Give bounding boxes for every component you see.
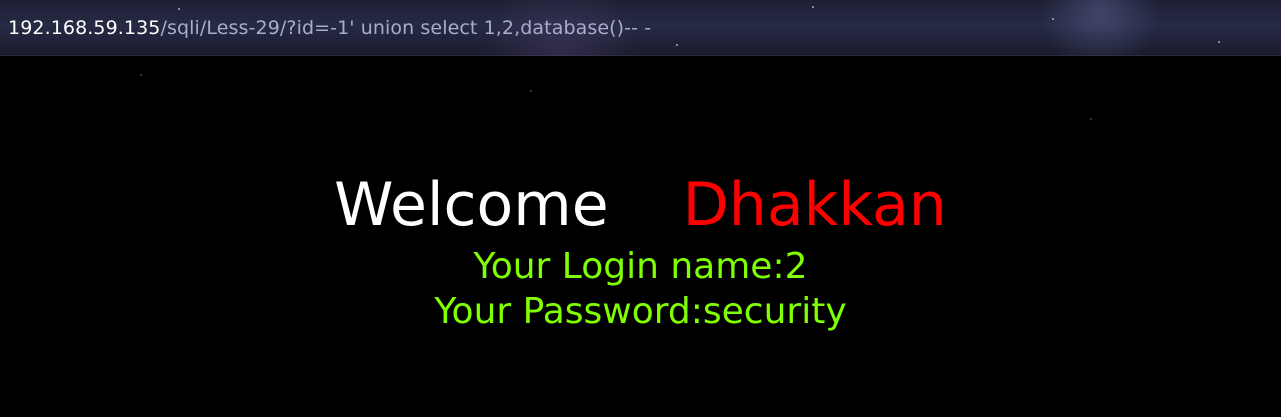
background-star [178,8,180,10]
welcome-heading: Welcome Dhakkan [0,170,1281,240]
welcome-name: Dhakkan [682,170,947,240]
url-text[interactable]: 192.168.59.135/sqli/Less-29/?id=-1' unio… [8,16,651,40]
background-star [140,74,142,76]
password-value: security [702,291,847,332]
background-star [812,6,814,8]
password-label: Your Password: [434,291,703,332]
background-star [530,90,532,92]
login-value: 2 [784,246,808,287]
login-label: Your Login name: [473,246,785,287]
background-star [1052,18,1054,20]
url-host: 192.168.59.135 [8,17,161,39]
address-bar[interactable]: 192.168.59.135/sqli/Less-29/?id=-1' unio… [0,0,1281,56]
background-star [1090,118,1092,120]
login-name-line: Your Login name:2 [0,246,1281,288]
password-line: Your Password:security [0,291,1281,333]
background-star [1218,41,1220,43]
url-path: /sqli/Less-29/?id=-1' union select 1,2,d… [160,17,652,39]
background-star [676,44,678,46]
page-content: Welcome Dhakkan Your Login name:2 Your Pa… [0,56,1281,417]
welcome-text: Welcome [334,170,609,240]
